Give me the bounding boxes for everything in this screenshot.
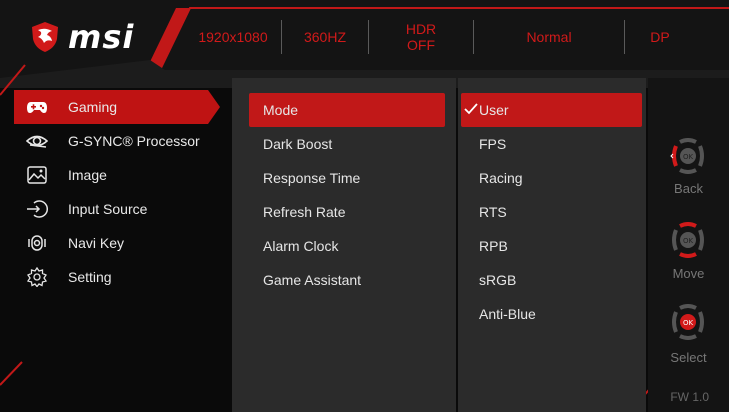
option-item-rpb[interactable]: RPB bbox=[458, 229, 646, 263]
main-menu: Gaming G-SYNC® Processor Image Input Sou… bbox=[14, 90, 224, 294]
status-hdr: HDR OFF bbox=[369, 21, 473, 53]
checkmark-icon bbox=[464, 103, 478, 115]
status-resolution: 1920x1080 bbox=[198, 29, 268, 45]
move-joystick-icon[interactable]: OK bbox=[668, 220, 708, 260]
submenu-item-refresh-rate[interactable]: Refresh Rate bbox=[232, 195, 456, 229]
input-icon bbox=[26, 199, 48, 219]
ok-glyph: OK bbox=[683, 237, 694, 245]
menu-item-gsync[interactable]: G-SYNC® Processor bbox=[14, 124, 224, 158]
gamepad-icon bbox=[26, 97, 48, 117]
back-joystick-icon[interactable]: OK bbox=[668, 136, 708, 176]
submenu-item-dark-boost[interactable]: Dark Boost bbox=[232, 127, 456, 161]
menu-item-setting[interactable]: Setting bbox=[14, 260, 224, 294]
status-mode: Normal bbox=[526, 29, 572, 45]
option-item-srgb[interactable]: sRGB bbox=[458, 263, 646, 297]
option-item-user[interactable]: User bbox=[461, 93, 642, 127]
submenu-item-mode[interactable]: Mode bbox=[249, 93, 445, 127]
submenu-item-game-assistant[interactable]: Game Assistant bbox=[232, 263, 456, 297]
status-hdr-value: OFF bbox=[407, 37, 435, 53]
submenu-item-response-time[interactable]: Response Time bbox=[232, 161, 456, 195]
status-input: DP bbox=[650, 29, 670, 45]
submenu-item-alarm-clock[interactable]: Alarm Clock bbox=[232, 229, 456, 263]
firmware-version: FW 1.0 bbox=[670, 390, 709, 404]
menu-item-label: Setting bbox=[68, 269, 112, 285]
navigation-hints: OK Back OK Move OK Select FW 1.0 bbox=[648, 78, 729, 412]
status-refresh-rate: 360HZ bbox=[303, 29, 347, 45]
menu-item-label: G-SYNC® Processor bbox=[68, 133, 200, 149]
menu-item-gaming[interactable]: Gaming bbox=[14, 90, 220, 124]
menu-item-label: Navi Key bbox=[68, 235, 125, 251]
gear-icon bbox=[26, 267, 48, 287]
option-item-anti-blue[interactable]: Anti-Blue bbox=[458, 297, 646, 331]
gsync-icon bbox=[26, 131, 48, 151]
joystick-icon bbox=[26, 233, 48, 253]
back-label: Back bbox=[674, 181, 703, 196]
image-icon bbox=[26, 165, 48, 185]
option-item-racing[interactable]: Racing bbox=[458, 161, 646, 195]
option-item-rts[interactable]: RTS bbox=[458, 195, 646, 229]
select-joystick-icon[interactable]: OK bbox=[668, 302, 708, 342]
dragon-shield-icon bbox=[32, 22, 58, 52]
msi-logo: msi bbox=[30, 18, 134, 56]
ok-glyph: OK bbox=[683, 153, 694, 161]
move-label: Move bbox=[672, 266, 705, 281]
select-label: Select bbox=[670, 350, 707, 365]
menu-item-label: Image bbox=[68, 167, 107, 183]
option-item-fps[interactable]: FPS bbox=[458, 127, 646, 161]
option-label: User bbox=[479, 102, 509, 118]
submenu-panel: Mode Dark Boost Response Time Refresh Ra… bbox=[232, 78, 456, 412]
status-bar: 1920x1080 360HZ HDR OFF Normal DP bbox=[185, 17, 729, 57]
menu-item-label: Gaming bbox=[68, 99, 118, 115]
menu-item-label: Input Source bbox=[68, 201, 148, 217]
options-panel: User FPS Racing RTS RPB sRGB Anti-Blue bbox=[458, 78, 646, 412]
menu-item-input-source[interactable]: Input Source bbox=[14, 192, 224, 226]
ok-glyph: OK bbox=[683, 319, 694, 327]
logo-wordmark: msi bbox=[68, 18, 135, 56]
menu-item-navi-key[interactable]: Navi Key bbox=[14, 226, 224, 260]
status-hdr-label: HDR bbox=[405, 21, 437, 37]
menu-item-image[interactable]: Image bbox=[14, 158, 224, 192]
